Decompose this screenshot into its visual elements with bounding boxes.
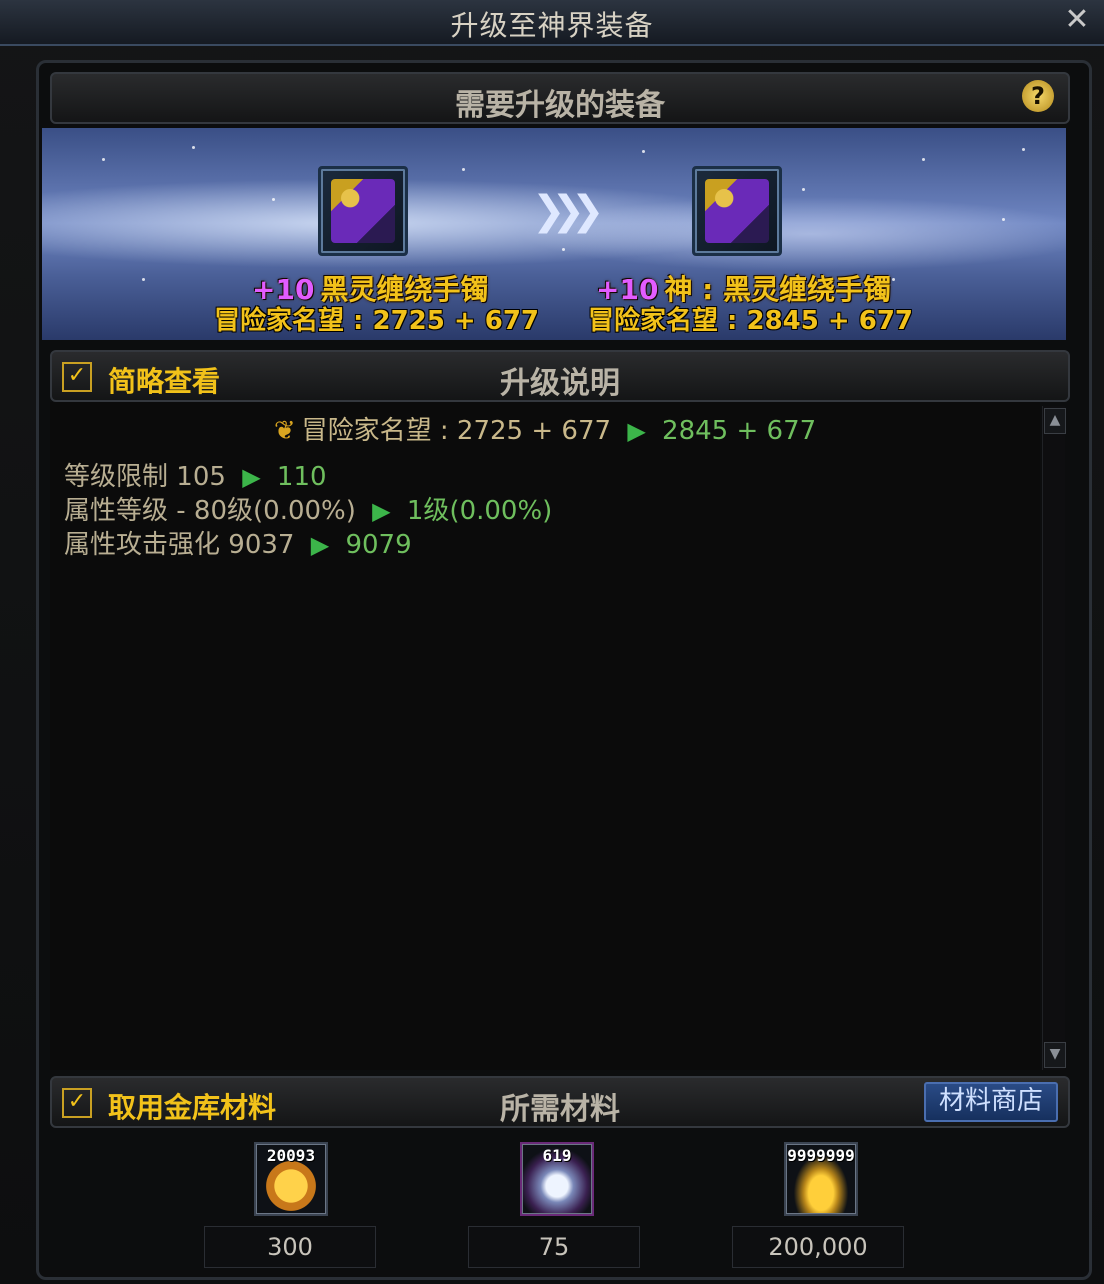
upgrade-window: 升级至神界装备 ✕ 需要升级的装备 ? ❯❯❯ +10 黑灵缠绕手镯 冒险家名望 … (0, 0, 1104, 1284)
amber-gem-icon[interactable]: 20093 (254, 1142, 328, 1216)
divine-bracelet-icon (705, 179, 769, 243)
equipment-section-title: 需要升级的装备 (455, 88, 665, 123)
stat-to: 9079 (345, 530, 412, 560)
materials-section-title: 所需材料 (500, 1092, 620, 1127)
bracelet-icon (331, 179, 395, 243)
arrow-right-icon: ▶ (627, 417, 646, 445)
source-item-icon[interactable] (318, 166, 408, 256)
target-item-reputation: 冒险家名望 : 2845 + 677 (588, 306, 914, 336)
stat-row: 属性等级 - 80级(0.00%) ▶ 1级(0.00%) (64, 490, 552, 527)
upgrade-details: ❦ 冒险家名望 : 2725 + 677 ▶ 2845 + 677 等级限制 10… (50, 402, 1040, 1070)
material-owned-count: 619 (542, 1146, 572, 1165)
target-item-icon[interactable] (692, 166, 782, 256)
reputation-to: 2845 + 677 (662, 416, 817, 446)
stat-row: 等级限制 105 ▶ 110 (64, 456, 327, 493)
stat-label: 属性攻击强化 (64, 530, 221, 560)
material-owned-count: 9999999 (787, 1146, 855, 1165)
reputation-from: : 2725 + 677 (439, 416, 612, 446)
stat-to: 1级(0.00%) (406, 496, 553, 526)
upgrade-header: ✓ 简略查看 升级说明 (50, 350, 1070, 402)
window-title: 升级至神界装备 (450, 9, 654, 42)
source-item-reputation: 冒险家名望 : 2725 + 677 (214, 306, 540, 336)
material-required-count: 300 (204, 1226, 376, 1268)
spirit-orb-icon[interactable]: 619 (520, 1142, 594, 1216)
material-shop-button[interactable]: 材料商店 (924, 1082, 1058, 1122)
stat-from: 9037 (228, 530, 295, 560)
materials-header: ✓ 取用金库材料 所需材料 材料商店 (50, 1076, 1070, 1128)
material-required-count: 200,000 (732, 1226, 904, 1268)
reputation-label: 冒险家名望 (301, 416, 432, 446)
details-scrollbar[interactable]: ▲ ▼ (1042, 406, 1066, 1070)
stat-label: 属性等级 - (64, 496, 186, 526)
stat-from: 80级(0.00%) (193, 496, 356, 526)
stat-from: 105 (176, 462, 226, 492)
close-icon[interactable]: ✕ (1060, 2, 1094, 38)
material-required-count: 75 (468, 1226, 640, 1268)
reputation-change: ❦ 冒险家名望 : 2725 + 677 ▶ 2845 + 677 (50, 410, 1040, 447)
help-icon[interactable]: ? (1022, 80, 1054, 112)
arrow-right-icon: ▶ (310, 531, 330, 559)
title-bar: 升级至神界装备 ✕ (0, 0, 1104, 46)
arrow-right-icon: ▶ (372, 497, 391, 525)
equipment-banner: ❯❯❯ +10 黑灵缠绕手镯 冒险家名望 : 2725 + 677 +10 神 : … (42, 128, 1066, 340)
scroll-up-icon[interactable]: ▲ (1044, 408, 1066, 434)
upgrade-section-title: 升级说明 (500, 366, 620, 401)
gold-coins-icon[interactable]: 9999999 (784, 1142, 858, 1216)
upgrade-arrow-icon: ❯❯❯ (532, 188, 604, 234)
stat-label: 等级限制 (64, 462, 169, 492)
stat-to: 110 (276, 462, 327, 492)
stat-row: 属性攻击强化 9037 ▶ 9079 (64, 524, 412, 561)
arrow-right-icon: ▶ (242, 463, 261, 491)
crest-icon: ❦ (273, 416, 296, 446)
material-owned-count: 20093 (266, 1146, 316, 1165)
equipment-header: 需要升级的装备 ? (50, 72, 1070, 124)
scroll-down-icon[interactable]: ▼ (1044, 1042, 1066, 1068)
